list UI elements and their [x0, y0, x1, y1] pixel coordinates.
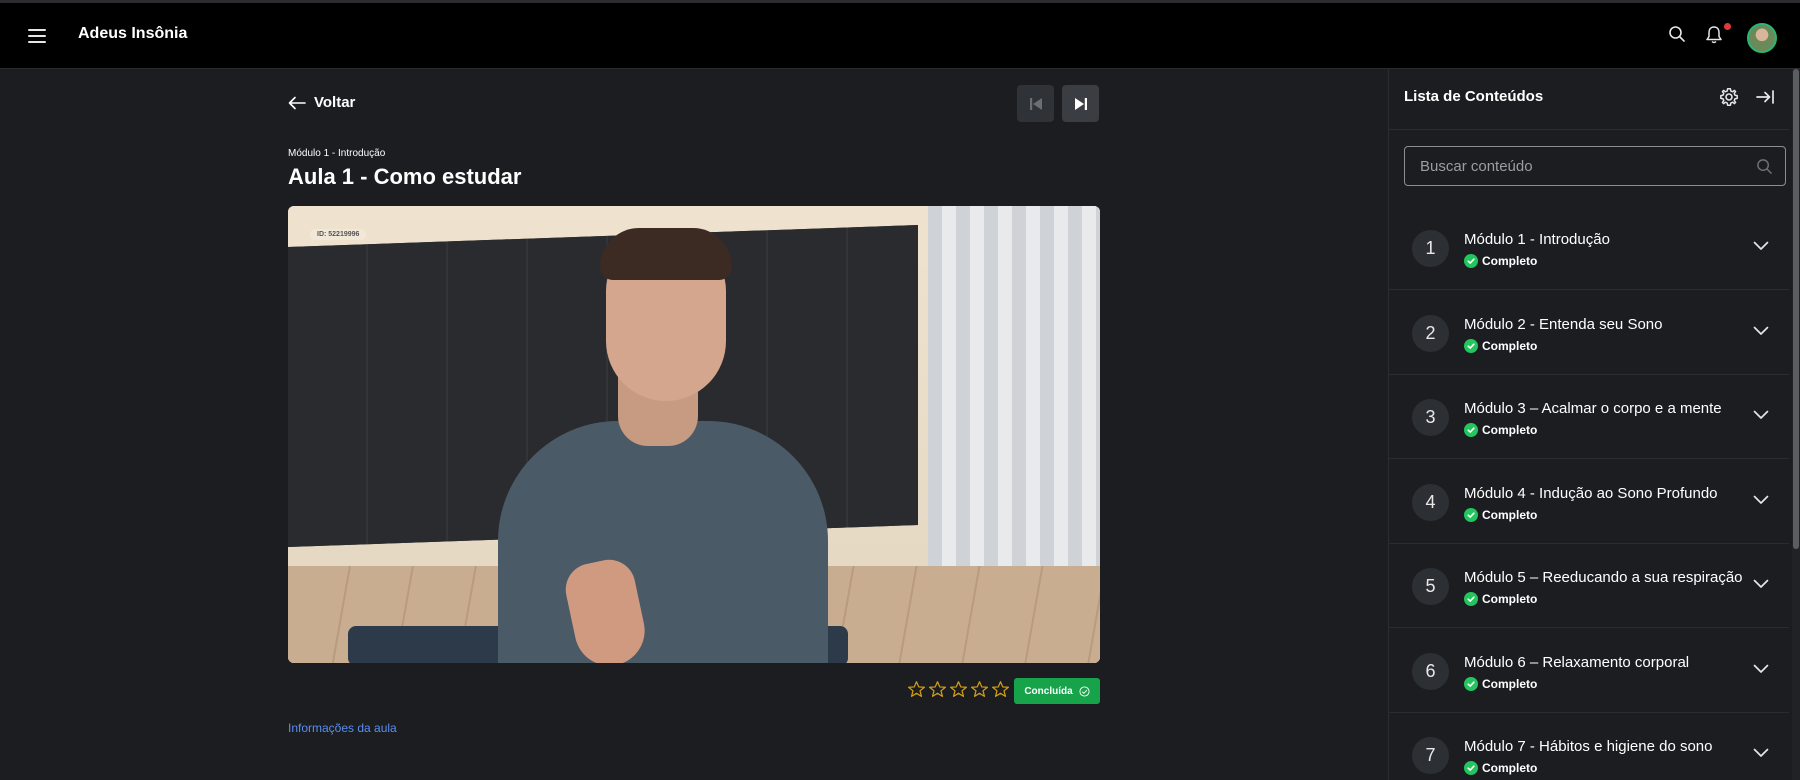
module-number: 6 — [1412, 652, 1449, 690]
previous-lesson-button[interactable] — [1017, 85, 1054, 122]
completed-button[interactable]: Concluída — [1014, 678, 1100, 704]
avatar[interactable] — [1747, 23, 1777, 53]
bell-icon[interactable] — [1705, 25, 1723, 45]
back-button[interactable]: Voltar — [288, 94, 355, 111]
check-circle-icon — [1464, 254, 1478, 268]
module-title: Módulo 5 – Reeducando a sua respiração — [1464, 569, 1743, 586]
module-number: 4 — [1412, 483, 1449, 521]
module-item[interactable]: 4 Módulo 4 - Indução ao Sono Profundo Comp… — [1389, 460, 1789, 544]
star-icon[interactable] — [928, 680, 947, 699]
chevron-down-icon[interactable] — [1753, 664, 1769, 674]
check-circle-icon — [1464, 507, 1478, 522]
sidebar-scrollbar[interactable] — [1792, 69, 1800, 780]
module-item[interactable]: 1 Módulo 1 - Introdução Completo — [1389, 206, 1789, 290]
star-icon[interactable] — [970, 680, 989, 699]
video-person-hair — [600, 228, 732, 280]
module-status: Completo — [1464, 507, 1538, 522]
search-icon[interactable] — [1756, 158, 1773, 175]
module-status: Completo — [1464, 761, 1537, 775]
module-title: Módulo 1 - Introdução — [1464, 231, 1610, 248]
check-circle-icon — [1464, 423, 1478, 437]
module-status-label: Completo — [1482, 507, 1538, 522]
arrow-left-icon — [288, 96, 306, 109]
app-title: Adeus Insônia — [78, 25, 188, 42]
star-icon[interactable] — [949, 680, 968, 699]
module-status-label: Completo — [1482, 592, 1538, 606]
check-circle-icon — [1464, 676, 1478, 691]
module-item[interactable]: 2 Módulo 2 - Entenda seu Sono Completo — [1389, 291, 1789, 375]
content-search-input[interactable] — [1420, 147, 1740, 185]
module-status-label: Completo — [1482, 761, 1538, 775]
module-status-label: Completo — [1482, 423, 1538, 437]
content-search-box — [1404, 146, 1786, 186]
module-number: 3 — [1412, 399, 1449, 436]
module-item[interactable]: 3 Módulo 3 – Acalmar o corpo e a mente Com… — [1389, 375, 1789, 459]
sidebar-title: Lista de Conteúdos — [1404, 88, 1544, 105]
module-status: Completo — [1464, 423, 1537, 437]
module-number: 7 — [1412, 737, 1449, 774]
notification-dot — [1724, 23, 1731, 30]
module-title: Módulo 7 - Hábitos e higiene do sono — [1464, 738, 1713, 755]
module-status: Completo — [1464, 592, 1537, 606]
video-curtain — [928, 206, 1100, 606]
next-lesson-button[interactable] — [1062, 85, 1099, 122]
chevron-down-icon[interactable] — [1753, 326, 1769, 336]
breadcrumb: Módulo 1 - Introdução — [288, 148, 386, 159]
check-circle-icon — [1079, 685, 1090, 697]
lesson-info-link[interactable]: Informações da aula — [288, 721, 397, 735]
module-number: 1 — [1412, 230, 1449, 267]
collapse-sidebar-icon[interactable] — [1755, 87, 1775, 107]
chevron-down-icon[interactable] — [1753, 748, 1769, 758]
star-icon[interactable] — [907, 680, 926, 699]
module-status: Completo — [1464, 676, 1538, 691]
sidebar-divider — [1389, 129, 1789, 130]
content-sidebar: Lista de Conteúdos 1 Módulo 1 - Introduçã… — [1388, 69, 1800, 780]
module-item[interactable]: 6 Módulo 6 – Relaxamento corporal Completo — [1389, 629, 1789, 713]
back-label: Voltar — [314, 94, 356, 111]
video-player[interactable]: ID: 52219996 — [288, 206, 1100, 663]
check-circle-icon — [1464, 592, 1478, 606]
skip-next-icon — [1074, 97, 1087, 110]
module-status: Completo — [1464, 254, 1537, 268]
completed-label: Concluída — [1024, 685, 1073, 697]
module-number: 2 — [1412, 314, 1449, 352]
star-rating[interactable] — [907, 680, 1010, 699]
module-status: Completo — [1464, 338, 1538, 353]
module-status-label: Completo — [1482, 254, 1538, 268]
check-circle-icon — [1464, 338, 1478, 353]
module-title: Módulo 2 - Entenda seu Sono — [1464, 315, 1663, 333]
chevron-down-icon[interactable] — [1753, 241, 1769, 251]
module-item[interactable]: 5 Módulo 5 – Reeducando a sua respiração C… — [1389, 544, 1789, 628]
module-title: Módulo 3 – Acalmar o corpo e a mente — [1464, 400, 1722, 417]
lesson-title: Aula 1 - Como estudar — [288, 164, 522, 189]
star-icon[interactable] — [991, 680, 1010, 699]
scrollbar-thumb[interactable] — [1793, 69, 1799, 549]
skip-previous-icon — [1029, 97, 1042, 110]
module-item[interactable]: 7 Módulo 7 - Hábitos e higiene do sono Com… — [1389, 713, 1789, 780]
top-bar: Adeus Insônia — [0, 0, 1800, 69]
check-circle-icon — [1464, 761, 1478, 775]
module-status-label: Completo — [1482, 338, 1538, 353]
chevron-down-icon[interactable] — [1753, 410, 1769, 420]
chevron-down-icon[interactable] — [1753, 495, 1769, 505]
module-title: Módulo 6 – Relaxamento corporal — [1464, 653, 1690, 671]
module-title: Módulo 4 - Indução ao Sono Profundo — [1464, 484, 1718, 502]
menu-icon[interactable] — [28, 26, 50, 44]
video-id-label: ID: 52219996 — [310, 229, 367, 240]
module-number: 5 — [1412, 568, 1449, 605]
search-icon[interactable] — [1668, 25, 1686, 43]
gear-icon[interactable] — [1719, 87, 1739, 107]
video-person-body — [498, 421, 828, 663]
module-status-label: Completo — [1482, 676, 1538, 691]
chevron-down-icon[interactable] — [1753, 579, 1769, 589]
